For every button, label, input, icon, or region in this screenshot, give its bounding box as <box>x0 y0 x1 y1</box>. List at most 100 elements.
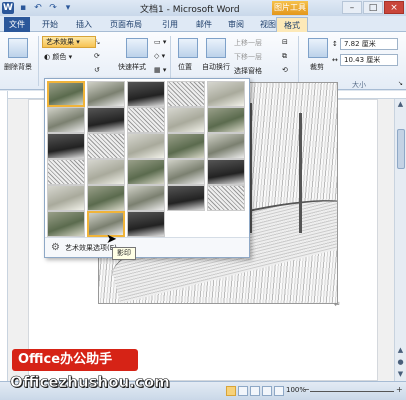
undo-icon[interactable]: ↶ <box>32 2 44 14</box>
effect-thumbnail[interactable] <box>47 107 85 133</box>
crop-button[interactable]: 裁剪 <box>310 62 324 72</box>
next-page-icon[interactable]: ▼ <box>395 369 406 379</box>
word-logo-icon[interactable]: W <box>2 2 14 14</box>
effect-thumbnail[interactable] <box>127 159 165 185</box>
effect-preview-image <box>168 186 204 210</box>
effect-preview-image <box>128 82 164 106</box>
effect-thumbnail[interactable] <box>47 185 85 211</box>
maximize-button[interactable]: □ <box>363 1 383 14</box>
vertical-scrollbar[interactable]: ▲ ▲ ● ▼ <box>394 99 406 381</box>
full-screen-reading-view-button[interactable] <box>238 386 248 396</box>
quick-styles-button[interactable]: 快速样式 <box>118 62 146 72</box>
effect-thumbnail[interactable] <box>47 159 85 185</box>
zoom-out-button[interactable]: − <box>303 385 310 394</box>
tab-review[interactable]: 审阅 <box>222 17 250 32</box>
effect-thumbnail[interactable] <box>167 81 205 107</box>
minimize-button[interactable]: – <box>342 1 362 14</box>
wrap-text-icon <box>206 38 226 58</box>
effect-thumbnail[interactable] <box>127 81 165 107</box>
bring-forward-button[interactable]: 上移一层 <box>234 38 262 48</box>
ribbon-tabs: 文件 开始 插入 页面布局 引用 邮件 审阅 视图 格式 <box>0 16 406 32</box>
print-layout-view-button[interactable] <box>226 386 236 396</box>
tab-format[interactable]: 格式 <box>276 17 308 32</box>
group-icon[interactable]: ⧉ <box>282 52 287 61</box>
scroll-up-icon[interactable]: ▲ <box>395 99 406 109</box>
send-backward-button[interactable]: 下移一层 <box>234 52 262 62</box>
outline-view-button[interactable] <box>262 386 272 396</box>
artistic-effects-options-item[interactable]: ⚙ 艺术效果选项(E)... <box>45 237 249 257</box>
effect-thumbnail[interactable] <box>127 185 165 211</box>
effect-thumbnail[interactable] <box>207 159 245 185</box>
vertical-ruler[interactable] <box>0 91 8 381</box>
effect-thumbnail[interactable] <box>87 159 125 185</box>
effect-preview-image <box>128 186 164 210</box>
quick-styles-icon <box>126 38 148 58</box>
width-icon: ↔ <box>332 56 338 64</box>
remove-background-icon <box>8 38 28 58</box>
quick-access-toolbar: W ▪ ↶ ↷ ▾ <box>2 2 74 14</box>
effect-thumbnail[interactable] <box>167 133 205 159</box>
tab-insert[interactable]: 插入 <box>70 17 98 32</box>
effect-preview-image <box>48 108 84 132</box>
effect-preview-image <box>88 134 124 158</box>
web-layout-view-button[interactable] <box>250 386 260 396</box>
close-button[interactable]: × <box>384 1 404 14</box>
effect-thumbnail[interactable] <box>207 185 245 211</box>
effect-thumbnail[interactable] <box>127 133 165 159</box>
effect-thumbnail[interactable] <box>207 107 245 133</box>
align-icon[interactable]: ⊟ <box>282 38 288 46</box>
effect-preview-image <box>48 212 84 236</box>
width-field[interactable]: 10.43 厘米 <box>340 54 398 66</box>
tab-references[interactable]: 引用 <box>156 17 184 32</box>
effect-thumbnail[interactable] <box>47 81 85 107</box>
effect-thumbnail[interactable] <box>87 133 125 159</box>
effect-thumbnail[interactable] <box>207 133 245 159</box>
height-field[interactable]: 7.82 厘米 <box>340 38 398 50</box>
effect-thumbnail[interactable] <box>167 107 205 133</box>
position-button[interactable]: 位置 <box>178 62 192 72</box>
artistic-effects-button[interactable]: 艺术效果 ▾ <box>42 36 96 48</box>
wrap-text-button[interactable]: 自动换行 <box>202 62 230 72</box>
selection-pane-button[interactable]: 选择窗格 <box>234 66 262 76</box>
window-title: 文档1 - Microsoft Word <box>140 5 240 15</box>
zoom-in-button[interactable]: + <box>396 385 403 394</box>
picture-layout-icon[interactable]: ▦ ▾ <box>154 66 166 74</box>
watermark-badge: Office办公助手 <box>12 349 138 371</box>
color-label: 颜色 <box>52 53 67 61</box>
save-icon[interactable]: ▪ <box>17 2 29 14</box>
tab-home[interactable]: 开始 <box>36 17 64 32</box>
effect-thumbnail[interactable] <box>87 107 125 133</box>
scroll-thumb[interactable] <box>397 129 405 169</box>
tab-file[interactable]: 文件 <box>4 17 30 32</box>
reset-picture-icon[interactable]: ↺ <box>94 66 100 74</box>
tab-page-layout[interactable]: 页面布局 <box>104 17 148 32</box>
effect-thumbnail[interactable] <box>127 211 165 237</box>
picture-effects-icon[interactable]: ◇ ▾ <box>154 52 165 60</box>
effect-preview-image <box>208 134 244 158</box>
zoom-slider[interactable] <box>310 391 394 392</box>
picture-tree-shape <box>299 113 302 233</box>
effect-thumbnail[interactable] <box>127 107 165 133</box>
effect-thumbnail[interactable] <box>167 159 205 185</box>
effect-thumbnail[interactable] <box>47 133 85 159</box>
effect-preview-image <box>208 82 244 106</box>
change-picture-icon[interactable]: ⟳ <box>94 52 100 60</box>
redo-icon[interactable]: ↷ <box>47 2 59 14</box>
effect-thumbnail[interactable] <box>207 81 245 107</box>
tab-mailings[interactable]: 邮件 <box>190 17 218 32</box>
browse-object-icon[interactable]: ● <box>395 357 406 367</box>
draft-view-button[interactable] <box>274 386 284 396</box>
rotate-icon[interactable]: ⟲ <box>282 66 288 74</box>
color-button[interactable]: ◐ 颜色 ▾ <box>44 52 72 62</box>
effect-thumbnail[interactable] <box>87 81 125 107</box>
customize-qat-icon[interactable]: ▾ <box>62 2 74 14</box>
effect-thumbnail[interactable] <box>87 185 125 211</box>
remove-background-button[interactable]: 删除背景 <box>4 62 32 72</box>
effect-preview-image <box>48 160 84 184</box>
picture-border-icon[interactable]: ▭ ▾ <box>154 38 166 46</box>
effect-thumbnail[interactable] <box>167 185 205 211</box>
size-dialog-launcher-icon[interactable]: ↘ <box>398 80 403 87</box>
effect-thumbnail[interactable] <box>47 211 85 237</box>
position-icon <box>178 38 198 58</box>
prev-page-icon[interactable]: ▲ <box>395 345 406 355</box>
